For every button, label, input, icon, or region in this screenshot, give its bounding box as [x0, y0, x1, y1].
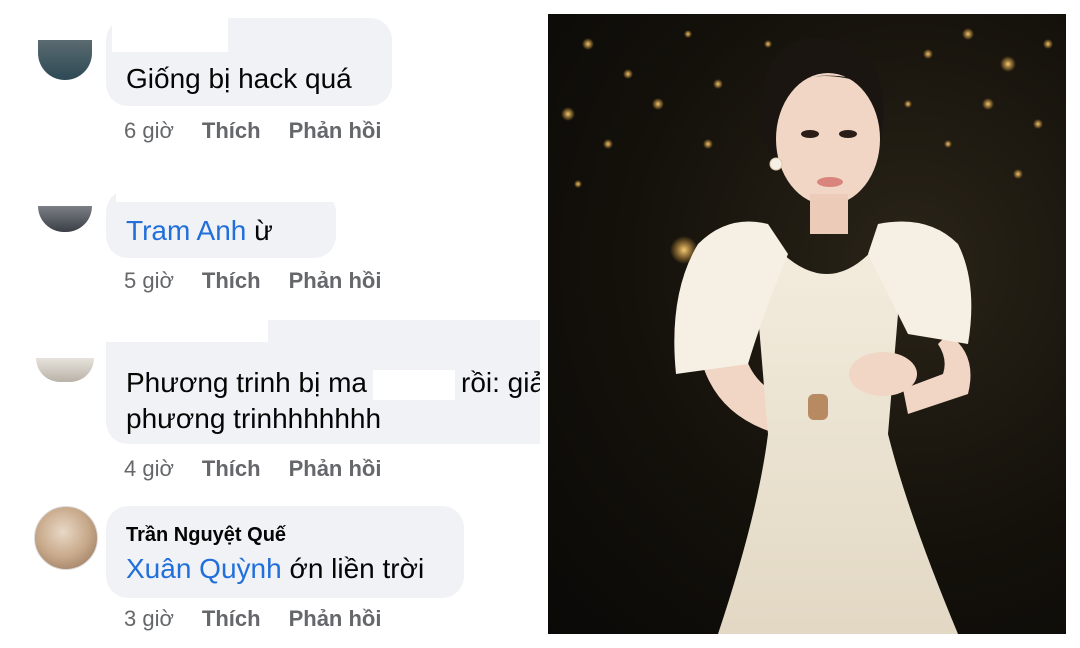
comment-time[interactable]: 5 giờ: [124, 268, 174, 294]
comment-text: Xuân Quỳnh ớn liền trời: [126, 553, 425, 584]
portrait-illustration: [561, 28, 1053, 634]
comment-text: Phương trinh bị ma rồi: giả: [126, 367, 540, 400]
watch: [808, 394, 828, 420]
like-button[interactable]: Thích: [202, 606, 261, 632]
reply-button[interactable]: Phản hồi: [289, 456, 382, 482]
comment-text: Tram Anh ừ: [126, 215, 273, 246]
like-button[interactable]: Thích: [202, 118, 261, 144]
reply-button[interactable]: Phản hồi: [289, 118, 382, 144]
commenter-avatar[interactable]: [36, 358, 94, 382]
comment-time[interactable]: 3 giờ: [124, 606, 174, 632]
commenter-avatar[interactable]: [38, 40, 92, 80]
redacted-word: [373, 369, 455, 400]
redacted-name: [112, 18, 228, 52]
comment-actions: 4 giờ Thích Phản hồi: [124, 456, 381, 482]
comment-thread: Giống bị hack quá 6 giờ Thích Phản hồi T…: [0, 0, 540, 648]
redacted-name: [116, 190, 346, 202]
commenter-avatar[interactable]: [34, 506, 98, 570]
comment-actions: 3 giờ Thích Phản hồi: [124, 606, 381, 632]
comment-actions: 6 giờ Thích Phản hồi: [124, 118, 381, 144]
comment-text: Giống bị hack quá: [126, 63, 352, 94]
reply-button[interactable]: Phản hồi: [289, 268, 382, 294]
mention-link[interactable]: Xuân Quỳnh: [126, 553, 282, 584]
redacted-name: [106, 318, 268, 342]
mention-link[interactable]: Tram Anh: [126, 215, 246, 246]
comment-time[interactable]: 6 giờ: [124, 118, 174, 144]
comment-bubble: Trần Nguyệt Quế Xuân Quỳnh ớn liền trời: [106, 506, 464, 598]
comment-actions: 5 giờ Thích Phản hồi: [124, 268, 381, 294]
commenter-avatar[interactable]: [38, 206, 92, 232]
portrait-photo: [548, 14, 1066, 634]
comment-text-line2: phương trinhhhhhhh: [126, 403, 382, 434]
like-button[interactable]: Thích: [202, 456, 261, 482]
like-button[interactable]: Thích: [202, 268, 261, 294]
reply-button[interactable]: Phản hồi: [289, 606, 382, 632]
comment-author[interactable]: Trần Nguyệt Quế: [126, 518, 286, 552]
comment-time[interactable]: 4 giờ: [124, 456, 174, 482]
